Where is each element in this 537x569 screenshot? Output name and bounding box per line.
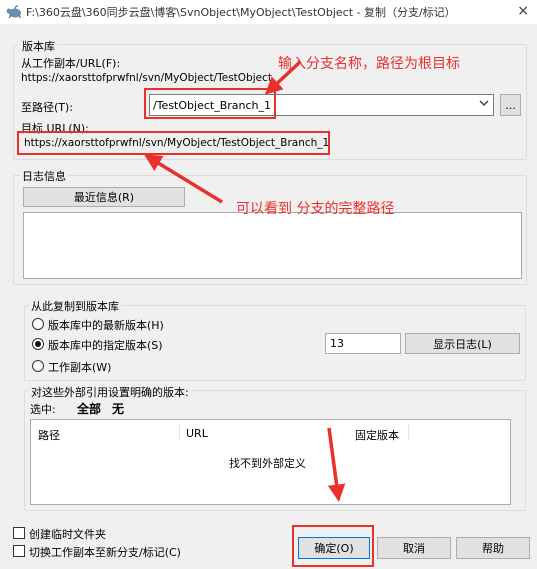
arrow-to-target-url [144, 154, 223, 204]
annotation-arrows [144, 60, 346, 502]
arrow-to-ok-button [327, 427, 346, 502]
arrow-to-path [264, 60, 302, 95]
